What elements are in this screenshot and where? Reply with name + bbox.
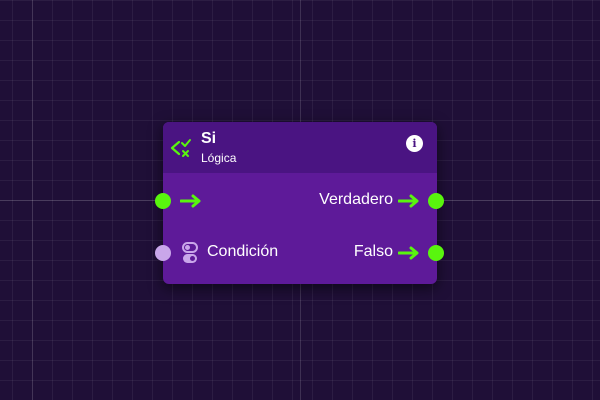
exec-out-true-arrow-icon xyxy=(398,194,419,208)
exec-out-false-arrow-icon xyxy=(398,246,419,260)
if-node[interactable]: Si Lógica i Verdadero Condición Falso xyxy=(163,122,437,284)
node-title: Si xyxy=(201,130,217,147)
toggle-icon xyxy=(182,242,198,263)
pin-label-verdadero: Verdadero xyxy=(319,191,393,208)
pin-label-falso: Falso xyxy=(353,243,393,260)
exec-in-arrow-icon xyxy=(180,194,201,208)
condition-input-port[interactable] xyxy=(155,245,171,261)
node-subtitle: Lógica xyxy=(201,151,237,165)
true-output-port[interactable] xyxy=(428,193,444,209)
pin-label-condicion: Condición xyxy=(207,243,279,260)
branch-check-cross-icon xyxy=(170,139,191,157)
info-icon[interactable]: i xyxy=(406,135,423,152)
node-header[interactable]: Si Lógica i xyxy=(163,122,437,173)
exec-input-port[interactable] xyxy=(155,193,171,209)
false-output-port[interactable] xyxy=(428,245,444,261)
